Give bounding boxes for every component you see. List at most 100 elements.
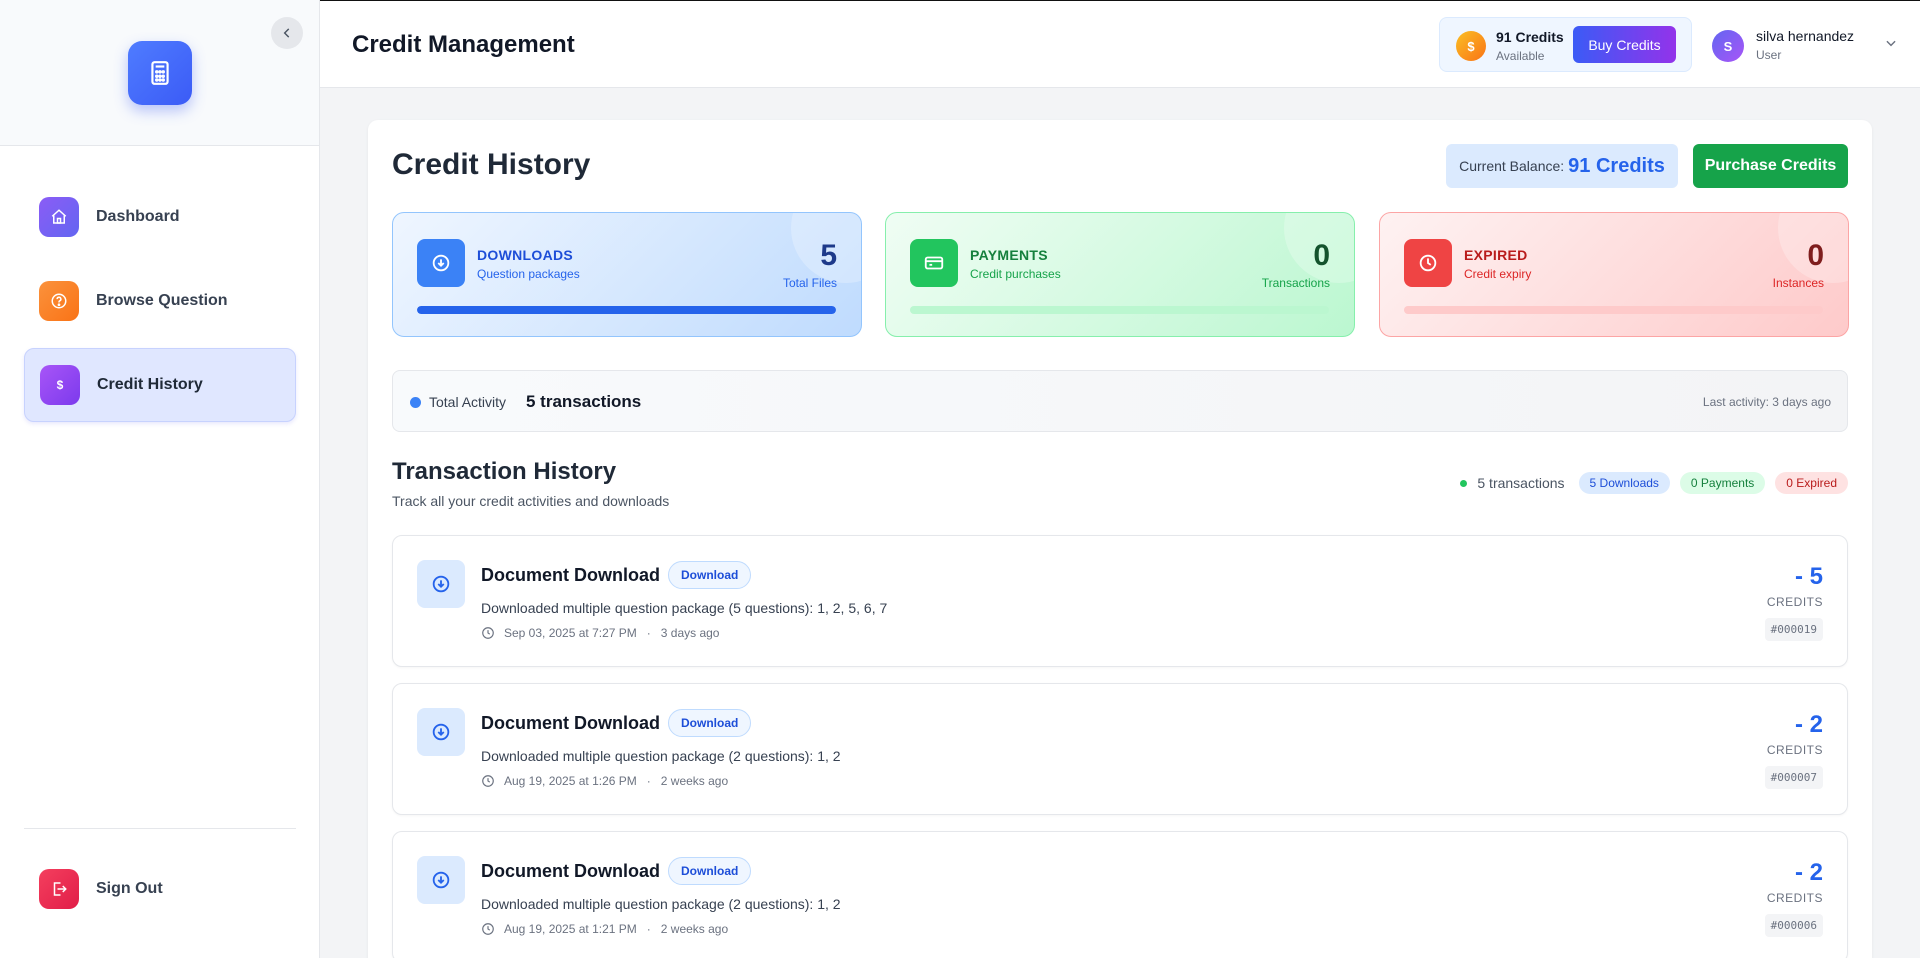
separator-dot: · xyxy=(646,922,651,936)
transaction-meta: Aug 19, 2025 at 1:26 PM · 2 weeks ago xyxy=(481,774,728,788)
stat-label: DOWNLOADS xyxy=(477,247,574,263)
transaction-amount: - 2 xyxy=(1794,711,1823,738)
history-summary: 5 transactions 5 Downloads 0 Payments 0 … xyxy=(1460,472,1848,494)
transaction-description: Downloaded multiple question package (2 … xyxy=(481,748,841,764)
sidebar-divider xyxy=(24,828,296,829)
sidebar-item-label: Credit History xyxy=(97,376,203,393)
transaction-type-badge: Download xyxy=(668,561,752,589)
stat-progress-bar xyxy=(910,306,1329,314)
question-circle-icon xyxy=(39,281,79,321)
stat-sub: Question packages xyxy=(477,267,580,281)
stat-label: PAYMENTS xyxy=(970,247,1048,263)
sidebar-nav: Dashboard Browse Question $ Credit Histo… xyxy=(24,180,296,432)
clock-icon xyxy=(1404,239,1452,287)
separator-dot: · xyxy=(646,626,651,640)
transaction-title: Document Download xyxy=(481,565,660,585)
download-icon xyxy=(417,708,465,756)
download-icon xyxy=(417,239,465,287)
transaction-amount: - 2 xyxy=(1794,859,1823,886)
activity-label: Total Activity xyxy=(429,394,507,410)
home-icon xyxy=(39,197,79,237)
transaction-relative-time: 2 weeks ago xyxy=(660,922,729,936)
transaction-item[interactable]: Document Download Download Downloaded mu… xyxy=(392,831,1848,958)
purchase-credits-button[interactable]: Purchase Credits xyxy=(1693,144,1848,188)
stat-progress-bar xyxy=(1404,306,1823,314)
transaction-relative-time: 3 days ago xyxy=(660,626,720,640)
status-dot xyxy=(1460,479,1468,487)
stat-sub: Credit expiry xyxy=(1464,267,1532,281)
section-subtitle: Track all your credit activities and dow… xyxy=(392,493,670,509)
transaction-date: Aug 19, 2025 at 1:21 PM xyxy=(504,922,637,936)
credits-amount: 91 Credits xyxy=(1496,29,1564,45)
chevron-down-icon xyxy=(1886,40,1896,47)
activity-summary: Total Activity 5 transactions Last activ… xyxy=(392,370,1848,432)
stat-card-expired: EXPIRED Credit expiry 0 Instances xyxy=(1379,212,1849,337)
download-icon xyxy=(417,856,465,904)
expired-tag: 0 Expired xyxy=(1775,472,1848,494)
stat-value: 0 xyxy=(1807,239,1824,272)
sidebar-item-dashboard[interactable]: Dashboard xyxy=(24,180,296,254)
section-title: Transaction History xyxy=(392,458,617,485)
avatar: S xyxy=(1712,30,1744,62)
user-name: silva hernandez xyxy=(1756,28,1855,44)
downloads-tag: 5 Downloads xyxy=(1578,472,1670,494)
transaction-date: Sep 03, 2025 at 7:27 PM xyxy=(504,626,637,640)
last-activity: Last activity: 3 days ago xyxy=(1702,395,1831,409)
stat-sub: Credit purchases xyxy=(970,267,1061,281)
stat-progress-fill xyxy=(417,306,836,314)
user-menu[interactable]: S silva hernandez User xyxy=(1712,28,1902,64)
stat-unit: Transactions xyxy=(1261,276,1330,290)
stat-card-payments: PAYMENTS Credit purchases 0 Transactions xyxy=(885,212,1355,337)
clock-icon xyxy=(482,923,494,935)
buy-credits-button[interactable]: Buy Credits xyxy=(1573,26,1676,63)
transaction-id: #000019 xyxy=(1764,618,1823,641)
user-role: User xyxy=(1756,48,1782,62)
transaction-relative-time: 2 weeks ago xyxy=(660,774,729,788)
page-title: Credit History xyxy=(392,148,591,181)
calculator-logo-icon[interactable] xyxy=(128,41,192,105)
stat-value: 0 xyxy=(1313,239,1330,272)
transaction-meta: Sep 03, 2025 at 7:27 PM · 3 days ago xyxy=(481,626,719,640)
stat-label: EXPIRED xyxy=(1464,247,1528,263)
transaction-unit: CREDITS xyxy=(1766,891,1823,905)
transaction-date: Aug 19, 2025 at 1:26 PM xyxy=(504,774,637,788)
credits-widget: $ 91 Credits Available Buy Credits xyxy=(1439,17,1692,72)
transaction-description: Downloaded multiple question package (2 … xyxy=(481,896,841,912)
transaction-title: Document Download xyxy=(481,713,660,733)
top-header: Credit Management $ 91 Credits Available… xyxy=(320,0,1920,88)
balance-value: 91 Credits xyxy=(1568,154,1665,177)
transaction-item[interactable]: Document Download Download Downloaded mu… xyxy=(392,535,1848,667)
transaction-amount: - 5 xyxy=(1794,563,1823,590)
credits-available-label: Available xyxy=(1496,49,1545,63)
download-icon xyxy=(417,560,465,608)
sign-out-icon xyxy=(39,869,79,909)
chevron-left-icon xyxy=(283,28,290,38)
transaction-item[interactable]: Document Download Download Downloaded mu… xyxy=(392,683,1848,815)
stat-unit: Instances xyxy=(1772,276,1824,290)
sidebar-item-browse-question[interactable]: Browse Question xyxy=(24,264,296,338)
status-dot xyxy=(410,397,421,408)
transaction-type-badge: Download xyxy=(668,857,752,885)
transaction-id: #000007 xyxy=(1764,766,1823,789)
credit-card-icon xyxy=(910,239,958,287)
transaction-unit: CREDITS xyxy=(1766,595,1823,609)
clock-icon xyxy=(482,775,494,787)
coin-icon: $ xyxy=(1456,31,1486,61)
sidebar-item-credit-history[interactable]: $ Credit History xyxy=(24,348,296,422)
transaction-id: #000006 xyxy=(1764,914,1823,937)
transaction-title: Document Download xyxy=(481,861,660,881)
stat-value: 5 xyxy=(820,239,837,272)
separator-dot: · xyxy=(646,774,651,788)
sidebar-item-label: Dashboard xyxy=(96,208,180,225)
activity-count: 5 transactions xyxy=(526,392,642,411)
stat-card-downloads: DOWNLOADS Question packages 5 Total File… xyxy=(392,212,862,337)
sign-out-button[interactable]: Sign Out xyxy=(24,852,296,926)
transaction-unit: CREDITS xyxy=(1766,743,1823,757)
transaction-count: 5 transactions xyxy=(1477,475,1565,491)
sidebar-item-label: Browse Question xyxy=(96,292,228,309)
sidebar-header xyxy=(0,0,319,146)
main-content: Credit History Current Balance: 91 Credi… xyxy=(368,120,1872,958)
current-balance: Current Balance: 91 Credits xyxy=(1446,144,1678,188)
collapse-sidebar-button[interactable] xyxy=(271,17,303,49)
payments-tag: 0 Payments xyxy=(1679,472,1766,494)
